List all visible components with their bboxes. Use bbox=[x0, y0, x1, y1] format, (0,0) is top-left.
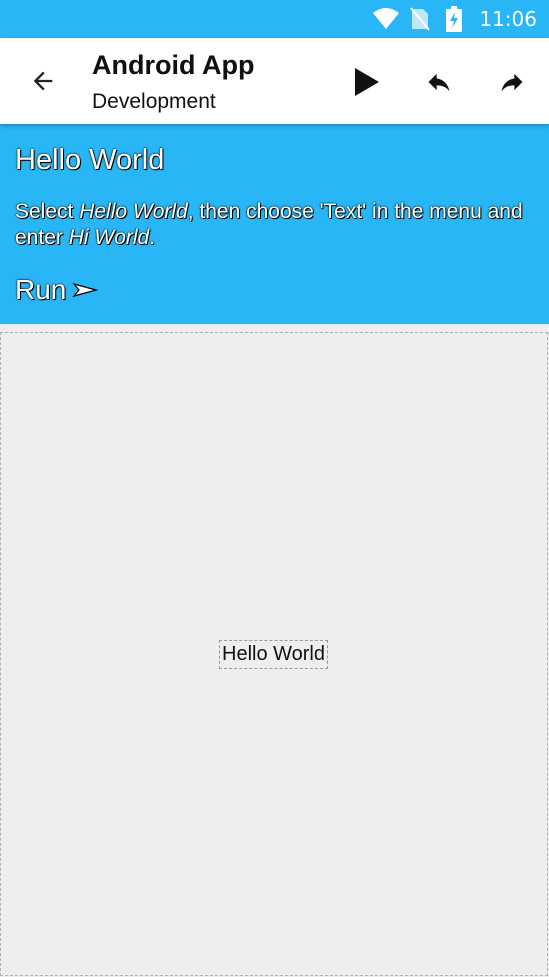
clock: 11:06 bbox=[479, 7, 537, 31]
run-button[interactable]: Run bbox=[15, 274, 99, 306]
run-arrow-icon bbox=[72, 282, 99, 298]
play-icon bbox=[355, 68, 379, 96]
status-bar: 11:06 bbox=[0, 0, 549, 38]
app-bar: Android App Development bbox=[0, 38, 549, 124]
instruction-text-part: Select bbox=[15, 200, 80, 223]
wifi-icon bbox=[373, 6, 400, 32]
play-button[interactable] bbox=[345, 60, 389, 104]
run-label: Run bbox=[15, 274, 67, 305]
undo-icon bbox=[428, 73, 450, 92]
redo-icon bbox=[501, 73, 523, 92]
app-subtitle: Development bbox=[92, 90, 216, 113]
hello-world-text-widget[interactable]: Hello World bbox=[219, 640, 328, 669]
no-sim-icon bbox=[407, 6, 433, 32]
redo-button[interactable] bbox=[490, 60, 534, 104]
instruction-heading: Hello World bbox=[15, 144, 165, 176]
instruction-text-emphasis: Hello World bbox=[79, 200, 188, 223]
undo-button[interactable] bbox=[417, 60, 461, 104]
battery-charging-icon bbox=[441, 6, 467, 32]
instruction-text-part: . bbox=[149, 226, 156, 249]
back-button[interactable] bbox=[22, 60, 64, 102]
instruction-panel: Hello World Select Hello World, then cho… bbox=[0, 124, 549, 324]
design-canvas[interactable]: Hello World bbox=[0, 332, 548, 976]
instruction-text: Select Hello World, then choose 'Text' i… bbox=[15, 199, 535, 251]
instruction-text-emphasis: Hi World bbox=[68, 226, 150, 249]
arrow-back-icon bbox=[33, 71, 53, 91]
app-title: Android App bbox=[92, 50, 255, 80]
